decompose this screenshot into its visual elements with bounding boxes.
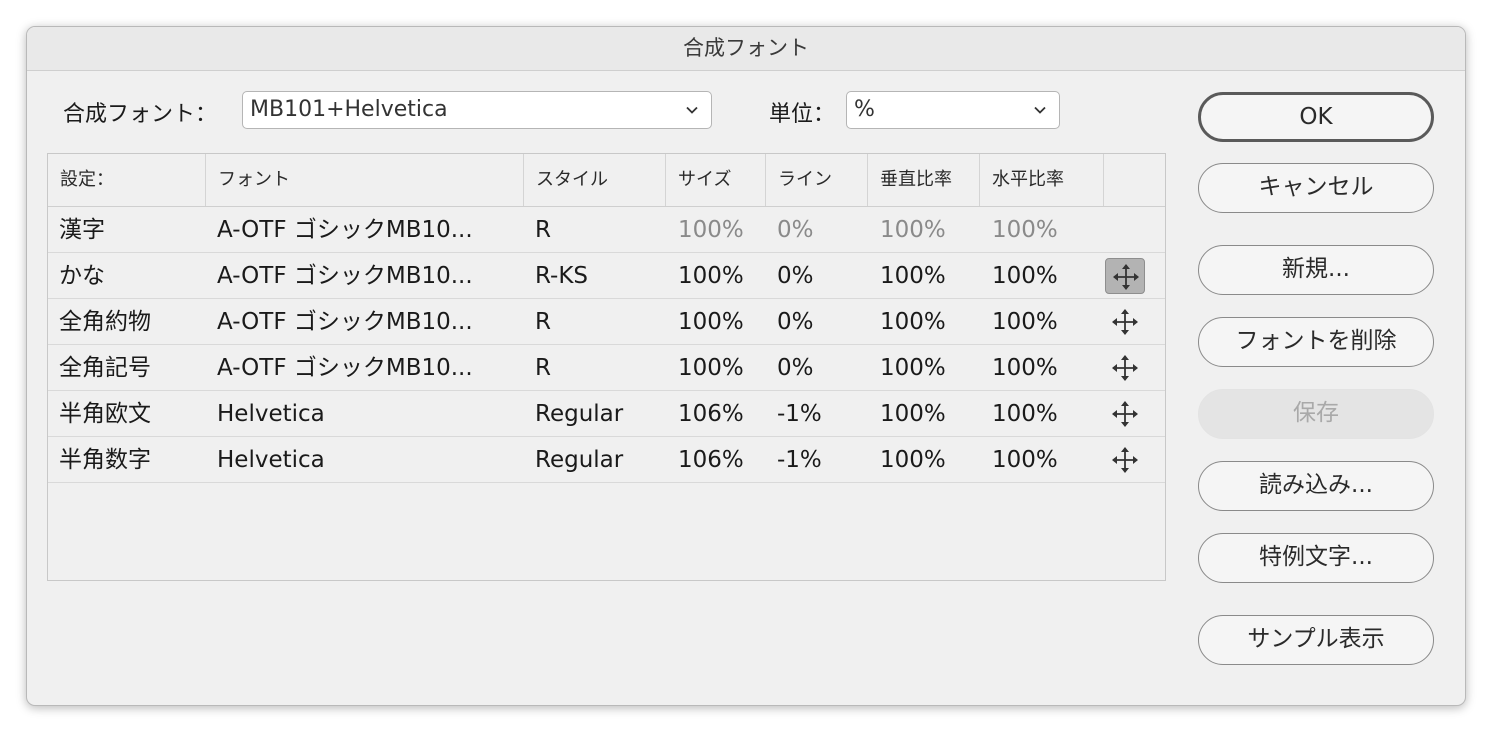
cell-horizontal-scale: 100% [992, 355, 1058, 381]
chevron-down-icon [1034, 106, 1046, 114]
table-row[interactable]: 全角記号 A-OTF ゴシックMB10... R 100% 0% 100% 10… [48, 345, 1165, 391]
table-row[interactable]: 全角約物 A-OTF ゴシックMB10... R 100% 0% 100% 10… [48, 299, 1165, 345]
unit-label: 単位： [769, 102, 836, 127]
table-row[interactable]: 半角欧文 Helvetica Regular 106% -1% 100% 100… [48, 391, 1165, 437]
column-header-vertical-scale: 垂直比率 [868, 154, 980, 206]
table-row[interactable]: 漢字 A-OTF ゴシックMB10... R 100% 0% 100% 100% [48, 207, 1165, 253]
cancel-button[interactable]: キャンセル [1198, 163, 1434, 213]
cell-vertical-scale: 100% [880, 401, 946, 427]
cell-font: A-OTF ゴシックMB10... [217, 263, 473, 289]
move-handle[interactable] [1105, 304, 1145, 340]
move-arrows-icon [1112, 355, 1138, 381]
column-header-style: スタイル [524, 154, 666, 206]
move-arrows-icon [1113, 264, 1139, 290]
column-header-setting: 設定： [48, 154, 206, 206]
cell-vertical-scale: 100% [880, 217, 946, 243]
load-button[interactable]: 読み込み... [1198, 461, 1434, 511]
cell-style: Regular [535, 401, 624, 427]
cell-setting: 漢字 [59, 217, 105, 243]
new-button[interactable]: 新規... [1198, 245, 1434, 295]
column-header-line: ライン [766, 154, 868, 206]
unit-value: % [854, 97, 875, 122]
composite-font-label: 合成フォント： [63, 102, 218, 127]
cell-horizontal-scale: 100% [992, 401, 1058, 427]
cell-setting: 全角約物 [59, 309, 151, 335]
cell-font: Helvetica [217, 401, 325, 427]
composite-font-value: MB101+Helvetica [250, 97, 448, 122]
cell-vertical-scale: 100% [880, 263, 946, 289]
cell-vertical-scale: 100% [880, 447, 946, 473]
cell-setting: かな [59, 263, 105, 289]
unit-select[interactable]: % [846, 91, 1060, 129]
cell-size: 100% [678, 263, 744, 289]
cell-font: A-OTF ゴシックMB10... [217, 217, 473, 243]
move-arrows-icon [1112, 401, 1138, 427]
cell-style: R [535, 309, 551, 335]
ok-button[interactable]: OK [1198, 92, 1434, 142]
cell-horizontal-scale: 100% [992, 309, 1058, 335]
move-handle[interactable] [1105, 258, 1145, 294]
column-header-horizontal-scale: 水平比率 [980, 154, 1104, 206]
table-row[interactable]: かな A-OTF ゴシックMB10... R-KS 100% 0% 100% 1… [48, 253, 1165, 299]
cell-horizontal-scale: 100% [992, 263, 1058, 289]
dialog-title: 合成フォント [27, 27, 1465, 71]
exceptions-button[interactable]: 特例文字... [1198, 533, 1434, 583]
cell-line: 0% [777, 217, 814, 243]
column-header-font: フォント [206, 154, 524, 206]
cell-line: -1% [777, 447, 822, 473]
composite-font-dialog: 合成フォント 合成フォント： MB101+Helvetica 単位： % 設定：… [26, 26, 1466, 706]
cell-line: -1% [777, 401, 822, 427]
move-handle[interactable] [1105, 442, 1145, 478]
cell-vertical-scale: 100% [880, 309, 946, 335]
save-button[interactable]: 保存 [1198, 389, 1434, 439]
cell-style: R-KS [535, 263, 589, 289]
chevron-down-icon [686, 106, 698, 114]
cell-setting: 全角記号 [59, 355, 151, 381]
cell-style: R [535, 355, 551, 381]
cell-size: 100% [678, 309, 744, 335]
sample-button[interactable]: サンプル表示 [1198, 615, 1434, 665]
cell-size: 100% [678, 355, 744, 381]
cell-style: Regular [535, 447, 624, 473]
cell-setting: 半角欧文 [59, 401, 151, 427]
cell-line: 0% [777, 309, 814, 335]
table-header: 設定： フォント スタイル サイズ ライン 垂直比率 水平比率 [48, 154, 1165, 207]
composite-font-select[interactable]: MB101+Helvetica [242, 91, 712, 129]
cell-setting: 半角数字 [59, 447, 151, 473]
column-header-size: サイズ [666, 154, 766, 206]
move-arrows-icon [1112, 309, 1138, 335]
cell-font: Helvetica [217, 447, 325, 473]
cell-horizontal-scale: 100% [992, 217, 1058, 243]
font-settings-table: 設定： フォント スタイル サイズ ライン 垂直比率 水平比率 漢字 A-OTF… [47, 153, 1166, 581]
cell-line: 0% [777, 355, 814, 381]
move-handle[interactable] [1105, 350, 1145, 386]
cell-size: 106% [678, 401, 744, 427]
cell-vertical-scale: 100% [880, 355, 946, 381]
cell-horizontal-scale: 100% [992, 447, 1058, 473]
cell-size: 106% [678, 447, 744, 473]
cell-size: 100% [678, 217, 744, 243]
delete-font-button[interactable]: フォントを削除 [1198, 317, 1434, 367]
move-arrows-icon [1112, 447, 1138, 473]
cell-style: R [535, 217, 551, 243]
cell-font: A-OTF ゴシックMB10... [217, 309, 473, 335]
cell-line: 0% [777, 263, 814, 289]
table-row[interactable]: 半角数字 Helvetica Regular 106% -1% 100% 100… [48, 437, 1165, 483]
cell-font: A-OTF ゴシックMB10... [217, 355, 473, 381]
move-handle[interactable] [1105, 396, 1145, 432]
